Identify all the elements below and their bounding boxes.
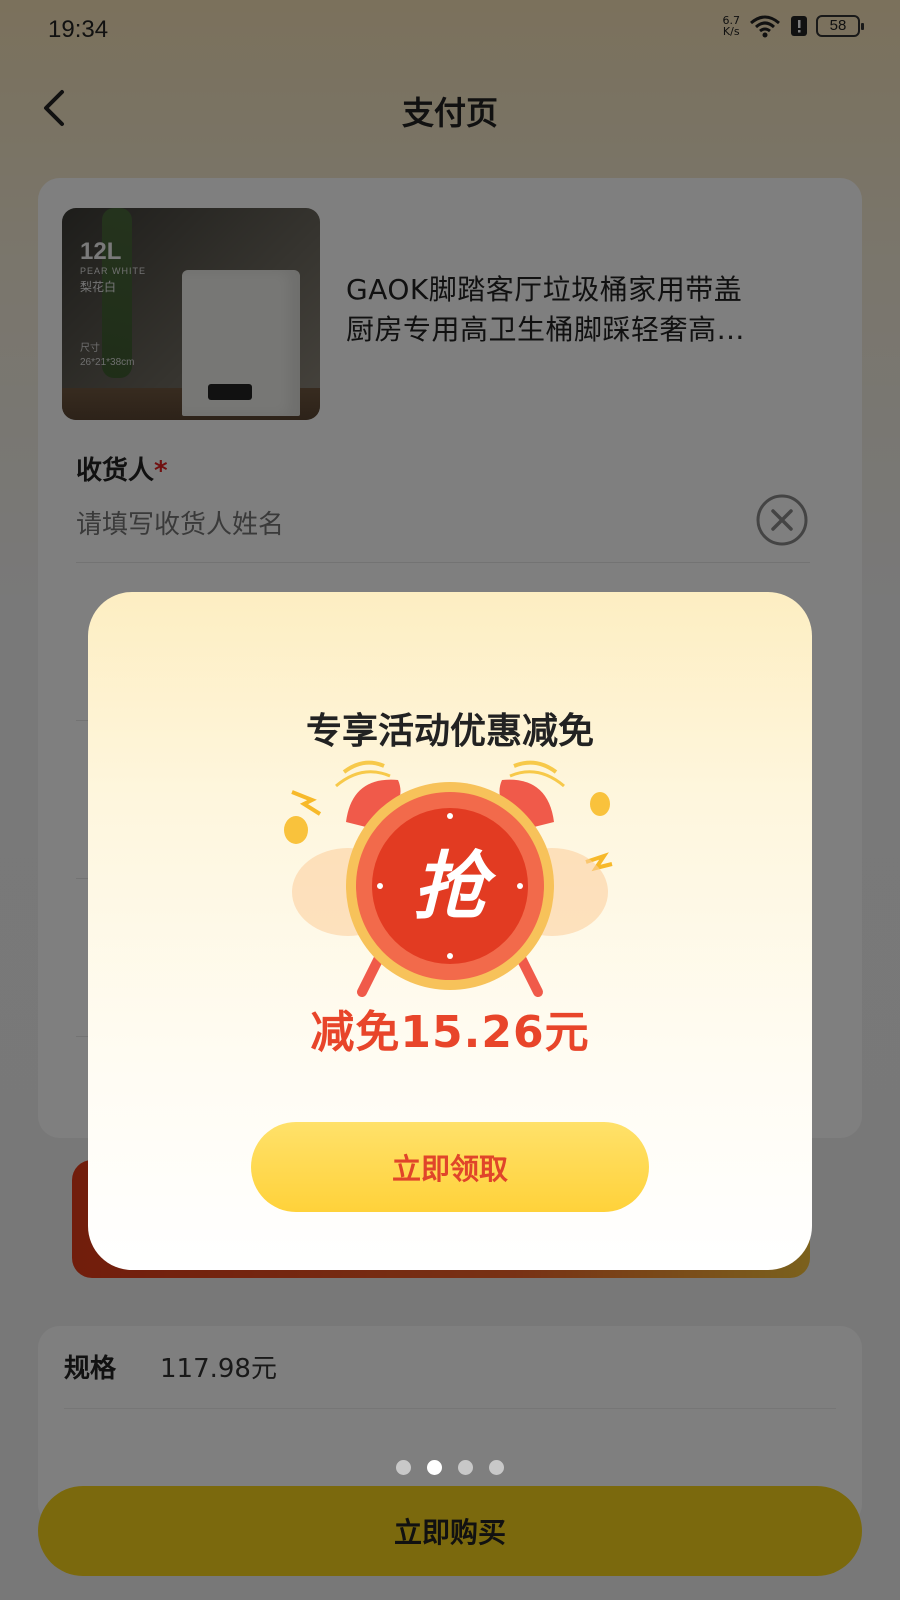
claim-now-button[interactable]: 立即领取: [251, 1122, 649, 1212]
popup-title: 专享活动优惠减免: [305, 711, 594, 752]
promo-popup: 专享活动优惠减免 抢 减免15.26元 立即领取: [88, 592, 812, 1270]
pager-dot[interactable]: [458, 1460, 473, 1475]
pager-dot[interactable]: [396, 1460, 411, 1475]
alarm-clock-icon: 抢: [284, 760, 613, 997]
pager-dots: [396, 1460, 504, 1475]
pager-dot[interactable]: [489, 1460, 504, 1475]
discount-amount: 减免15.26元: [310, 1007, 590, 1058]
popup-badge-char: 抢: [413, 844, 497, 930]
pager-dot-active[interactable]: [427, 1460, 442, 1475]
